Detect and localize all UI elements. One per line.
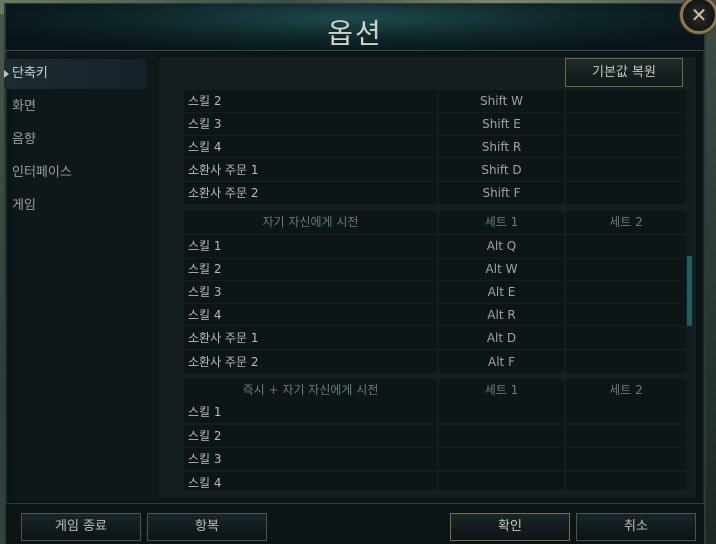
keybind-set1[interactable]: Alt E [439, 281, 564, 303]
skill-name: 스킬 1 [184, 235, 437, 257]
skill-name: 스킬 1 [184, 401, 437, 423]
keybind-set2[interactable] [566, 327, 686, 349]
column-header-set2: 세트 2 [566, 211, 686, 233]
title-bar: 옵션 [6, 4, 704, 51]
section-title: 즉시 + 자기 자신에게 시전 [184, 379, 437, 401]
keybind-set1[interactable] [439, 401, 564, 423]
keybind-set1[interactable]: Alt D [439, 327, 564, 349]
section-header-self-cast: 자기 자신에게 시전 세트 1 세트 2 [183, 211, 687, 233]
keybind-set2[interactable] [566, 472, 686, 490]
skill-name: 스킬 4 [184, 136, 437, 158]
keybind-set1[interactable]: Shift W [439, 90, 564, 112]
skill-name: 스킬 3 [184, 448, 437, 470]
ok-button[interactable]: 확인 [450, 513, 570, 541]
skill-name: 스킬 2 [184, 425, 437, 447]
hotkey-row: 스킬 2 Shift W [183, 90, 687, 112]
sidebar-item-label: 게임 [12, 198, 36, 213]
skill-name: 스킬 4 [184, 304, 437, 326]
sidebar-item-label: 단축키 [12, 66, 48, 81]
hotkey-row: 스킬 2 [183, 425, 687, 447]
hotkey-row: 스킬 3 Shift E [183, 113, 687, 135]
skill-name: 소환사 주문 2 [184, 182, 437, 204]
keybind-set2[interactable] [566, 136, 686, 158]
window-title: 옵션 [327, 17, 383, 50]
keybind-set2[interactable] [566, 182, 686, 204]
skill-name: 스킬 2 [184, 90, 437, 112]
surrender-button[interactable]: 항복 [147, 513, 267, 541]
keybind-set2[interactable] [566, 159, 686, 181]
sidebar-item-video[interactable]: 화면 [4, 92, 146, 122]
cancel-button[interactable]: 취소 [576, 513, 696, 541]
skill-name: 스킬 3 [184, 281, 437, 303]
skill-name: 스킬 4 [184, 472, 437, 490]
keybind-set1[interactable]: Alt R [439, 304, 564, 326]
keybind-set2[interactable] [566, 304, 686, 326]
selected-arrow-icon [4, 70, 9, 78]
sidebar-item-hotkeys[interactable]: 단축키 [4, 59, 146, 89]
hotkey-row: 스킬 3 Alt E [183, 281, 687, 303]
keybind-set2[interactable] [566, 448, 686, 470]
sidebar-item-label: 인터페이스 [12, 165, 72, 180]
column-header-set1: 세트 1 [439, 379, 564, 401]
section-title: 자기 자신에게 시전 [184, 211, 437, 233]
keybind-set2[interactable] [566, 113, 686, 135]
restore-defaults-button[interactable]: 기본값 복원 [565, 58, 683, 87]
keybind-set1[interactable]: Alt F [439, 351, 564, 373]
skill-name: 소환사 주문 1 [184, 327, 437, 349]
sidebar-item-interface[interactable]: 인터페이스 [4, 158, 146, 188]
hotkey-row: 스킬 4 Alt R [183, 304, 687, 326]
hotkey-row: 소환사 주문 2 Shift F [183, 182, 687, 204]
keybind-set2[interactable] [566, 235, 686, 257]
skill-name: 소환사 주문 2 [184, 351, 437, 373]
keybind-set2[interactable] [566, 281, 686, 303]
close-button[interactable]: ✕ [680, 0, 716, 34]
keybind-set1[interactable]: Alt Q [439, 235, 564, 257]
keybind-set2[interactable] [566, 258, 686, 280]
column-header-set2: 세트 2 [566, 379, 686, 401]
keybind-set1[interactable]: Shift F [439, 182, 564, 204]
sidebar-item-label: 음향 [12, 132, 36, 147]
hotkey-row: 스킬 4 [183, 472, 687, 490]
keybind-set2[interactable] [566, 401, 686, 423]
section-header-quick-self-cast: 즉시 + 자기 자신에게 시전 세트 1 세트 2 [183, 379, 687, 401]
keybind-set2[interactable] [566, 351, 686, 373]
keybind-set2[interactable] [566, 425, 686, 447]
close-icon: ✕ [690, 3, 708, 27]
column-header-set1: 세트 1 [439, 211, 564, 233]
skill-name: 스킬 2 [184, 258, 437, 280]
keybind-set1[interactable] [439, 448, 564, 470]
keybind-set1[interactable]: Shift D [439, 159, 564, 181]
keybind-set1[interactable] [439, 425, 564, 447]
hotkey-row: 스킬 4 Shift R [183, 136, 687, 158]
keybind-set1[interactable]: Shift R [439, 136, 564, 158]
keybind-set1[interactable]: Alt W [439, 258, 564, 280]
keybind-set1[interactable] [439, 472, 564, 490]
sidebar-item-game[interactable]: 게임 [4, 191, 146, 221]
scrollbar-thumb[interactable] [687, 256, 692, 326]
keybind-set1[interactable]: Shift E [439, 113, 564, 135]
skill-name: 소환사 주문 1 [184, 159, 437, 181]
sidebar-item-label: 화면 [12, 99, 36, 114]
exit-game-button[interactable]: 게임 종료 [21, 513, 141, 541]
skill-name: 스킬 3 [184, 113, 437, 135]
hotkey-row: 소환사 주문 1 Shift D [183, 159, 687, 181]
sidebar-item-sound[interactable]: 음향 [4, 125, 146, 155]
hotkey-row: 스킬 2 Alt W [183, 258, 687, 280]
hotkey-row: 스킬 1 [183, 401, 687, 423]
hotkey-row: 스킬 1 Alt Q [183, 235, 687, 257]
hotkey-row: 스킬 3 [183, 448, 687, 470]
hotkey-row: 소환사 주문 2 Alt F [183, 351, 687, 373]
keybind-set2[interactable] [566, 90, 686, 112]
hotkey-row: 소환사 주문 1 Alt D [183, 327, 687, 349]
hotkey-list: 스킬 2 Shift W 스킬 3 Shift E 스킬 4 Shift R 소… [183, 90, 687, 490]
